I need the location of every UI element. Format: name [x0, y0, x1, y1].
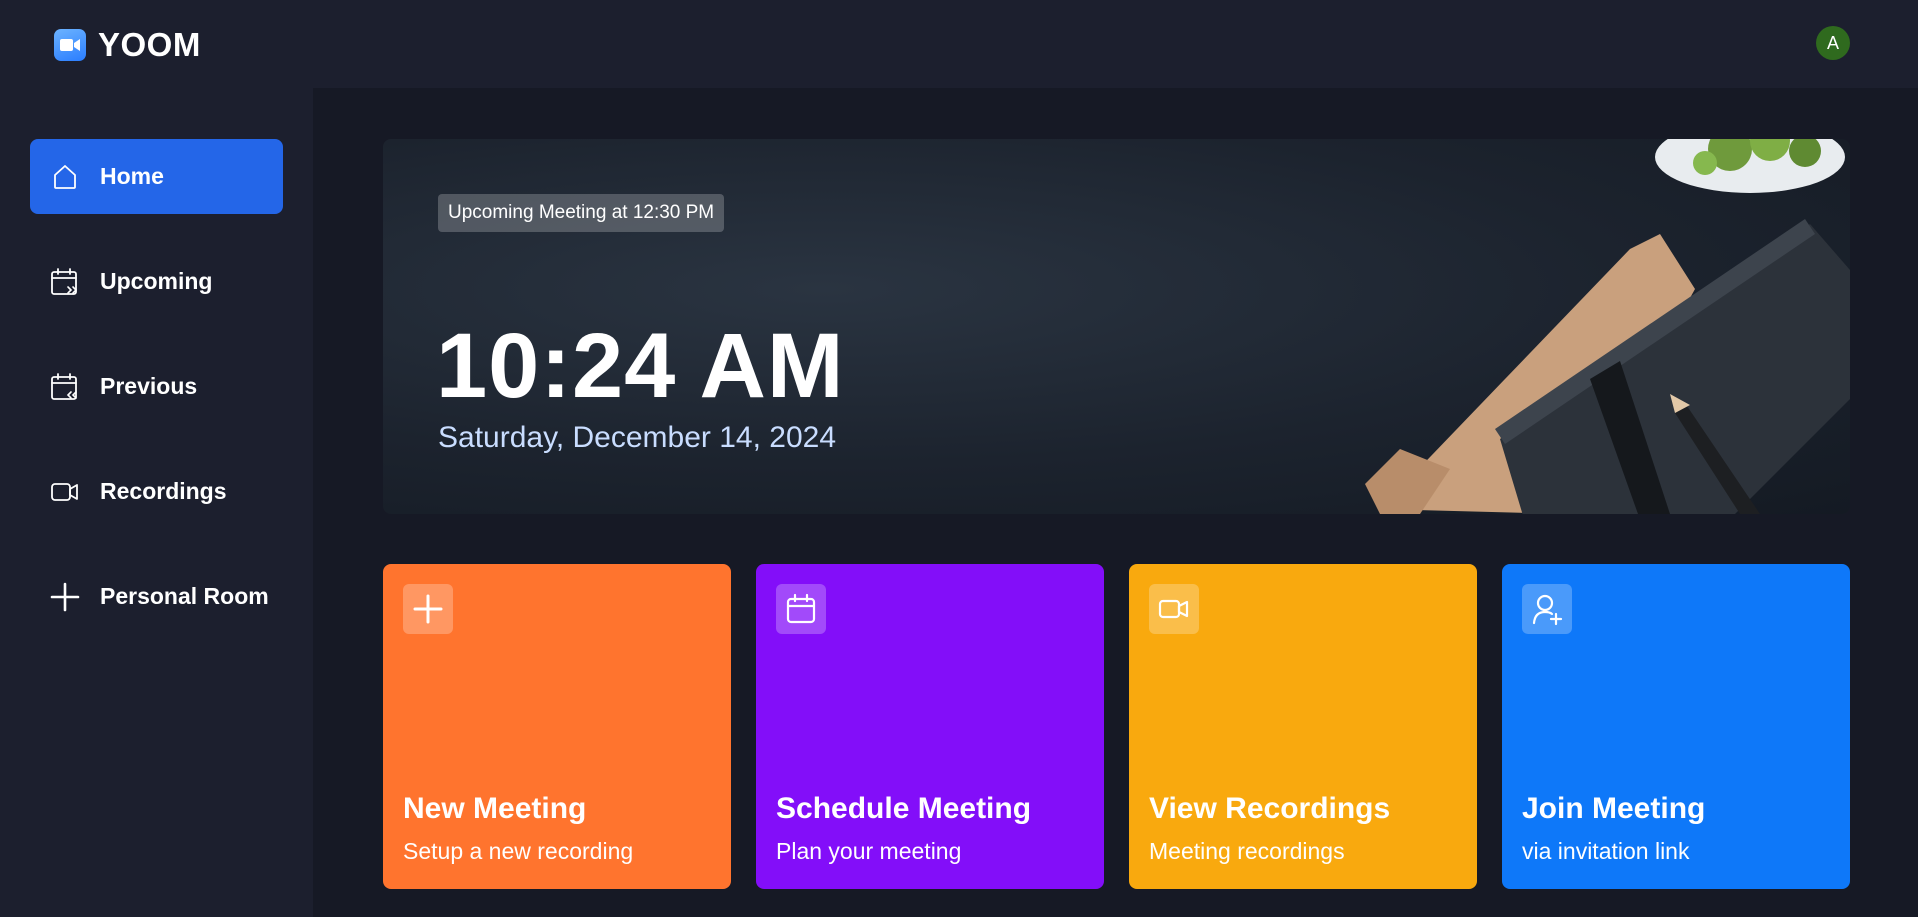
card-title: Join Meeting [1522, 792, 1706, 825]
calendar-upcoming-icon [48, 265, 82, 299]
sidebar-item-upcoming[interactable]: Upcoming [30, 244, 283, 319]
sidebar-item-label: Upcoming [100, 268, 213, 294]
video-camera-logo-icon [54, 29, 86, 61]
view-recordings-card[interactable]: View Recordings Meeting recordings [1129, 564, 1477, 889]
hero-banner: Upcoming Meeting at 12:30 PM 10:24 AM Sa… [383, 139, 1850, 514]
upcoming-meeting-badge: Upcoming Meeting at 12:30 PM [438, 194, 725, 232]
sidebar-item-label: Home [100, 163, 164, 189]
schedule-meeting-card[interactable]: Schedule Meeting Plan your meeting [756, 564, 1104, 889]
video-icon [1149, 584, 1199, 634]
sidebar-item-label: Previous [100, 373, 198, 399]
home-icon [48, 160, 82, 194]
card-subtitle: via invitation link [1522, 838, 1690, 864]
join-meeting-card[interactable]: Join Meeting via invitation link [1502, 564, 1850, 889]
sidebar-item-label: Recordings [100, 478, 227, 504]
card-title: View Recordings [1149, 792, 1391, 825]
card-subtitle: Setup a new recording [403, 838, 634, 864]
video-icon [48, 475, 82, 509]
card-subtitle: Meeting recordings [1149, 838, 1345, 864]
sidebar-item-home[interactable]: Home [30, 139, 283, 214]
user-avatar[interactable]: A [1816, 26, 1850, 60]
new-meeting-card[interactable]: New Meeting Setup a new recording [383, 564, 731, 889]
calendar-previous-icon [48, 370, 82, 404]
current-time: 10:24 AM [436, 315, 845, 417]
plus-icon [403, 584, 453, 634]
brand[interactable]: YOOM [54, 26, 201, 64]
sidebar-item-personal-room[interactable]: Personal Room [30, 559, 283, 634]
sidebar-item-recordings[interactable]: Recordings [30, 454, 283, 529]
sidebar-item-label: Personal Room [100, 583, 269, 609]
card-subtitle: Plan your meeting [776, 838, 962, 864]
sidebar-item-previous[interactable]: Previous [30, 349, 283, 424]
calendar-icon [776, 584, 826, 634]
app-name: YOOM [98, 26, 201, 63]
add-user-icon [1522, 584, 1572, 634]
sidebar: Home Upcoming Previous Recordings Person… [0, 88, 313, 917]
card-title: Schedule Meeting [776, 792, 1032, 825]
current-date: Saturday, December 14, 2024 [438, 421, 837, 454]
top-bar: YOOM A [0, 0, 1918, 88]
plus-icon [48, 580, 82, 614]
desk-illustration [1365, 139, 1850, 514]
card-title: New Meeting [403, 792, 587, 825]
